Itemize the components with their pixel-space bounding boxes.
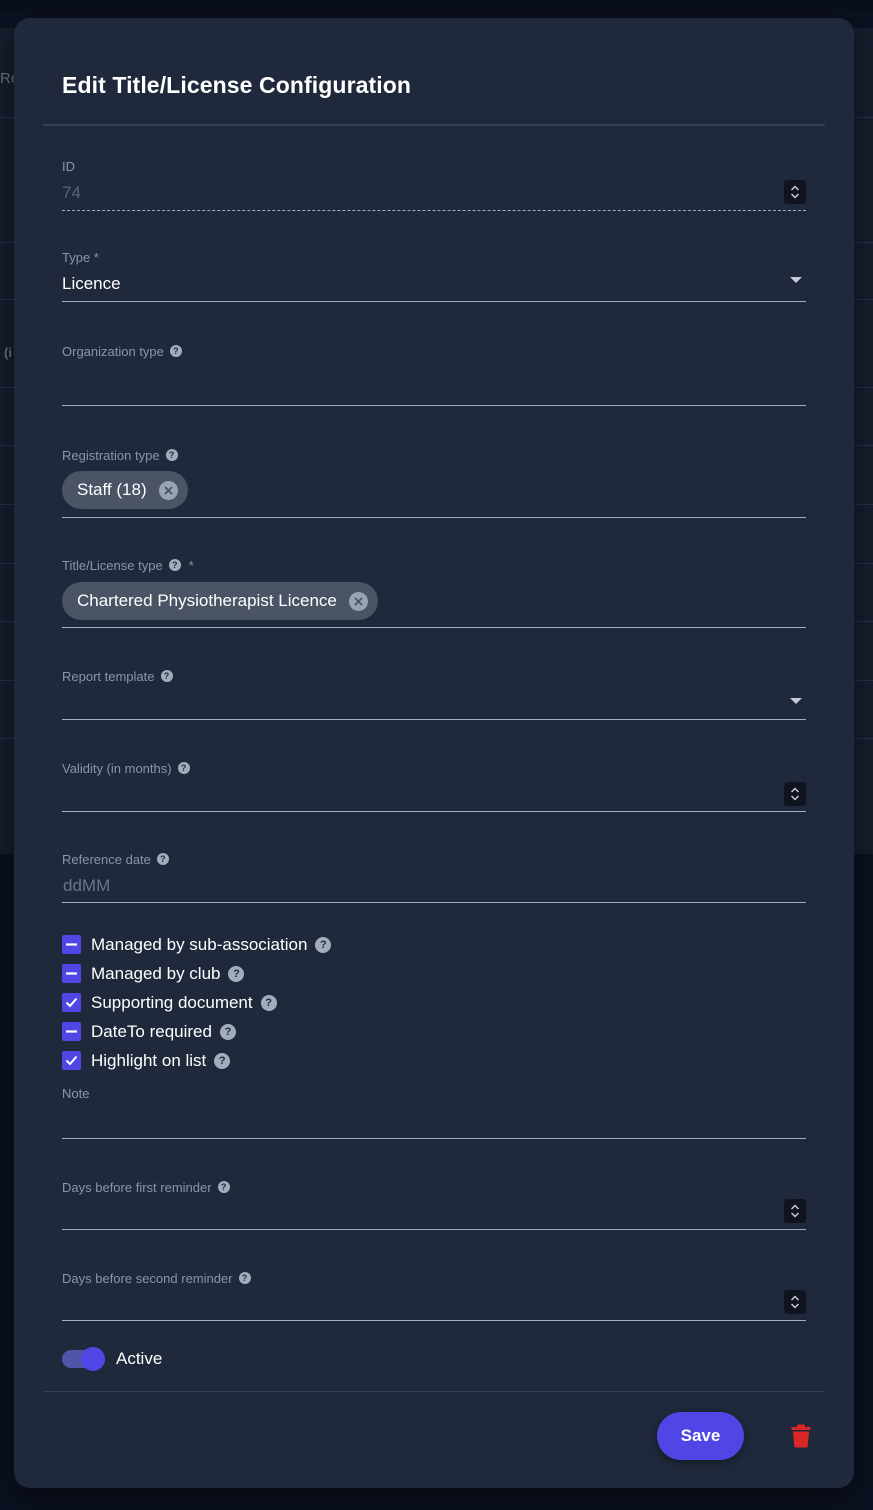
validity-underline	[62, 811, 806, 812]
toggle-knob[interactable]	[81, 1347, 105, 1371]
report-template-label: Report template ?	[62, 668, 806, 684]
question-circle-icon[interactable]: ?	[156, 853, 169, 865]
question-circle-icon[interactable]: ?	[177, 762, 190, 774]
checkbox-label: Supporting document	[91, 992, 253, 1012]
days-first-reminder-input[interactable]: Days before first reminder ?	[62, 1179, 806, 1233]
note-input[interactable]: Note	[62, 1085, 806, 1141]
id-label: ID	[62, 158, 75, 174]
checkbox-label: Highlight on list	[91, 1050, 207, 1070]
question-circle-icon[interactable]: ?	[168, 559, 181, 571]
checkbox-managed-by-sub-association[interactable]: Managed by sub-association ?	[62, 930, 332, 959]
stepper-arrows-icon[interactable]	[790, 1294, 800, 1310]
active-label: Active	[116, 1349, 163, 1368]
checkbox-dateto-required[interactable]: DateTo required ?	[62, 1017, 331, 1046]
chevron-down-icon[interactable]	[790, 698, 802, 704]
title-license-type-field[interactable]: Title/License type ? * Chartered Physiot…	[62, 557, 806, 629]
active-toggle[interactable]: Active	[62, 1347, 163, 1371]
indeterminate-checkbox-icon[interactable]	[62, 935, 81, 954]
question-circle-icon[interactable]: ?	[238, 1272, 251, 1284]
type-label: Type *	[62, 249, 99, 265]
organization-type-field[interactable]: Organization type ?	[62, 343, 806, 407]
title-license-type-underline	[62, 627, 806, 628]
question-circle-icon[interactable]: ?	[217, 1181, 230, 1193]
registration-type-chip: Staff (18)	[62, 471, 188, 509]
question-circle-icon[interactable]: ?	[260, 994, 277, 1011]
days-second-reminder-input[interactable]: Days before second reminder ?	[62, 1270, 806, 1324]
days-first-reminder-underline	[62, 1229, 806, 1230]
days-first-reminder-stepper[interactable]	[784, 1199, 806, 1223]
report-template-underline	[62, 719, 806, 720]
checkmark-icon[interactable]	[62, 993, 81, 1012]
question-circle-icon[interactable]: ?	[169, 345, 182, 357]
trash-icon[interactable]	[791, 1424, 811, 1448]
header-divider	[43, 124, 825, 126]
title-license-type-label: Title/License type ? *	[62, 557, 194, 573]
background-topbar	[0, 0, 873, 12]
validity-input[interactable]: Validity (in months) ?	[62, 760, 806, 814]
background-text: (i	[4, 345, 12, 360]
reference-date-placeholder: ddMM	[63, 876, 111, 895]
stepper-arrows-icon[interactable]	[790, 786, 800, 802]
dialog-title: Edit Title/License Configuration	[62, 72, 412, 98]
question-circle-icon[interactable]: ?	[160, 670, 173, 682]
organization-type-label: Organization type ?	[62, 343, 806, 359]
report-template-select[interactable]: Report template ?	[62, 668, 806, 722]
question-circle-icon[interactable]: ?	[214, 1052, 231, 1069]
days-second-reminder-label: Days before second reminder ?	[62, 1270, 806, 1286]
note-underline	[62, 1138, 806, 1139]
checkbox-label: Managed by sub-association	[91, 934, 308, 954]
close-circle-icon[interactable]	[348, 591, 368, 611]
toggle-switch[interactable]	[62, 1347, 105, 1371]
validity-stepper[interactable]	[784, 782, 806, 806]
checkbox-label: Managed by club	[91, 963, 221, 983]
checkmark-icon[interactable]	[62, 1051, 81, 1070]
question-circle-icon[interactable]: ?	[165, 449, 178, 461]
question-circle-icon[interactable]: ?	[315, 936, 332, 953]
footer-divider	[43, 1391, 825, 1392]
days-first-reminder-label: Days before first reminder ?	[62, 1179, 806, 1195]
checkbox-managed-by-club[interactable]: Managed by club ?	[62, 959, 331, 988]
days-second-reminder-underline	[62, 1320, 806, 1321]
validity-label: Validity (in months) ?	[62, 760, 806, 776]
registration-type-field[interactable]: Registration type ? Staff (18)	[62, 447, 806, 519]
indeterminate-checkbox-icon[interactable]	[62, 964, 81, 983]
type-select[interactable]: Type * Licence	[62, 249, 806, 303]
checkbox-supporting-document[interactable]: Supporting document ?	[62, 988, 331, 1017]
checkbox-label: DateTo required	[91, 1021, 212, 1041]
chip-label: Chartered Physiotherapist Licence	[77, 591, 337, 610]
stepper-arrows-icon[interactable]	[790, 1203, 800, 1219]
close-circle-icon[interactable]	[158, 480, 178, 500]
days-second-reminder-stepper[interactable]	[784, 1290, 806, 1314]
options-checkbox-group: Managed by sub-association ? Managed by …	[62, 930, 332, 1075]
question-circle-icon[interactable]: ?	[219, 1023, 236, 1040]
note-label: Note	[62, 1085, 90, 1101]
reference-date-label: Reference date ?	[62, 851, 806, 867]
checkbox-highlight-on-list[interactable]: Highlight on list ?	[62, 1046, 331, 1075]
chevron-down-icon[interactable]	[790, 277, 802, 283]
type-value: Licence	[62, 274, 121, 293]
id-field: ID 74	[62, 158, 806, 212]
indeterminate-checkbox-icon[interactable]	[62, 1022, 81, 1041]
id-underline	[62, 210, 806, 211]
registration-type-underline	[62, 517, 806, 518]
question-circle-icon[interactable]: ?	[228, 965, 245, 982]
title-license-type-chip: Chartered Physiotherapist Licence	[62, 582, 378, 620]
stepper-arrows-icon	[790, 185, 800, 199]
id-value: 74	[62, 183, 81, 202]
registration-type-label: Registration type ?	[62, 447, 806, 463]
organization-type-underline	[62, 405, 806, 406]
reference-date-underline	[62, 902, 806, 903]
id-stepper	[784, 180, 806, 204]
save-button[interactable]: Save	[657, 1412, 744, 1460]
reference-date-input[interactable]: Reference date ? ddMM	[62, 851, 806, 905]
chip-label: Staff (18)	[77, 480, 147, 499]
edit-configuration-dialog: Edit Title/License Configuration ID 74 T…	[14, 18, 854, 1488]
type-underline	[62, 301, 806, 302]
